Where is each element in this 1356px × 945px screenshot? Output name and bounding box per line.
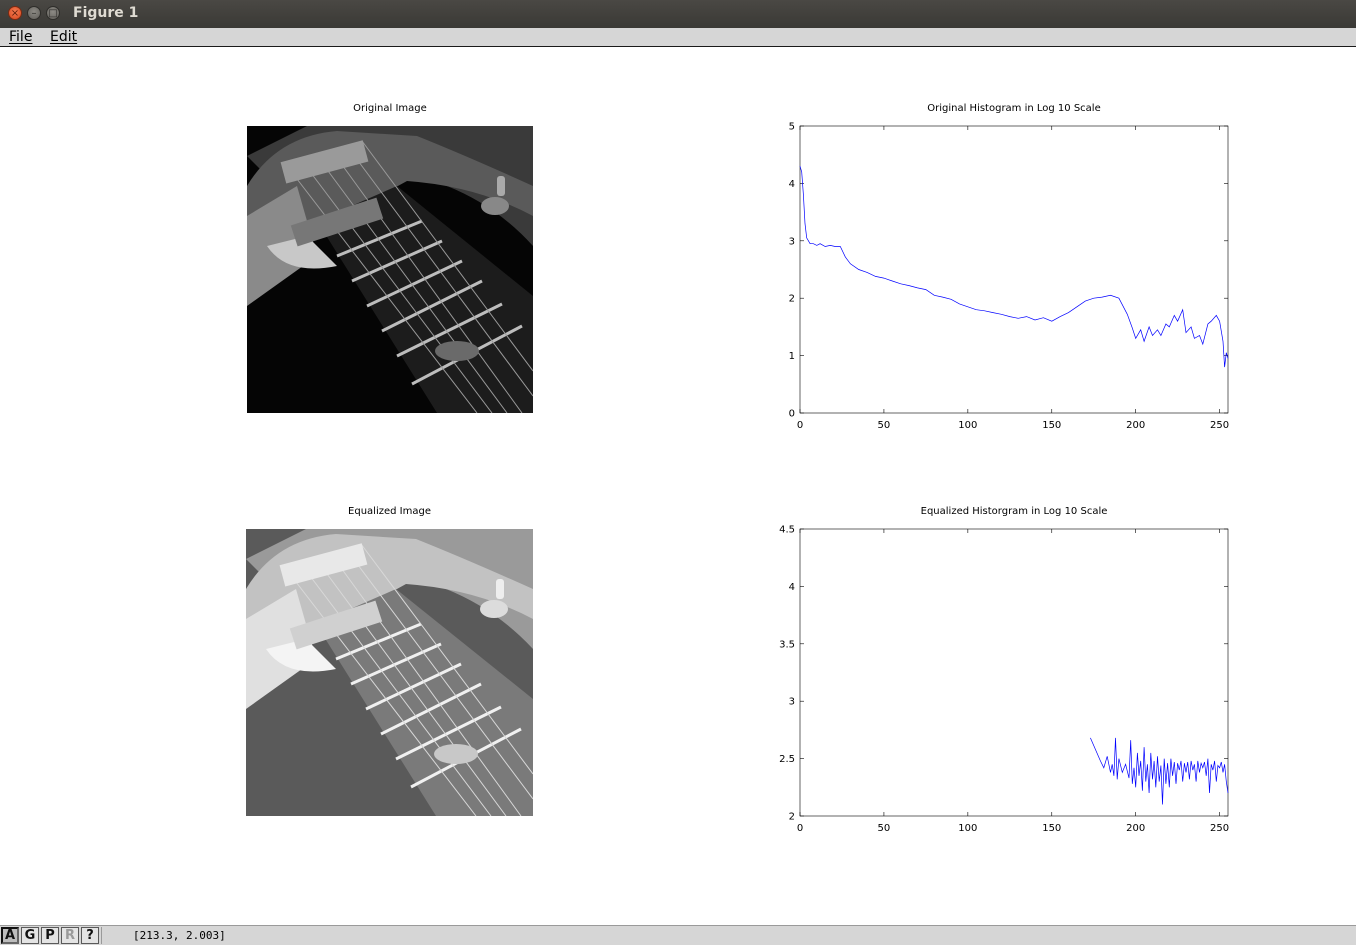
histogram-series-line bbox=[1090, 737, 1229, 805]
y-tick-label: 4 bbox=[789, 179, 795, 190]
x-tick-label: 0 bbox=[797, 823, 803, 834]
maximize-icon: □ bbox=[48, 8, 58, 19]
statusbar: A G P R ? [213.3, 2.003] bbox=[0, 925, 1356, 945]
menu-edit[interactable]: Edit bbox=[50, 28, 77, 46]
x-tick-label: 200 bbox=[1126, 420, 1145, 431]
x-tick-label: 150 bbox=[1042, 823, 1061, 834]
rotate-tool-button[interactable]: R bbox=[61, 927, 79, 944]
y-tick-label: 1 bbox=[789, 351, 795, 362]
y-tick-label: 3.5 bbox=[779, 639, 795, 650]
pan-tool-button[interactable]: P bbox=[41, 927, 59, 944]
equalized-histogram-plot[interactable]: 0 50 100 150 200 250 2 2.5 3 3.5 4 4.5 bbox=[760, 520, 1240, 840]
original-guitar-photo bbox=[247, 126, 533, 413]
original-histogram-title: Original Histogram in Log 10 Scale bbox=[927, 103, 1101, 114]
maximize-window-button[interactable]: □ bbox=[46, 6, 60, 20]
y-tick-label: 4 bbox=[789, 582, 795, 593]
help-tool-button[interactable]: ? bbox=[81, 927, 99, 944]
y-tick-label: 0 bbox=[789, 409, 795, 420]
original-image bbox=[247, 126, 533, 413]
pointer-coordinates: [213.3, 2.003] bbox=[133, 929, 226, 942]
window-titlebar: × – □ Figure 1 bbox=[0, 0, 1356, 28]
x-tick-label: 250 bbox=[1210, 823, 1229, 834]
x-tick-label: 250 bbox=[1210, 420, 1229, 431]
x-tick-label: 0 bbox=[797, 420, 803, 431]
menubar: File Edit bbox=[0, 28, 1356, 47]
y-tick-label: 3 bbox=[789, 697, 795, 708]
grid-tool-button[interactable]: G bbox=[21, 927, 39, 944]
menu-file[interactable]: File bbox=[9, 28, 32, 46]
x-tick-label: 200 bbox=[1126, 823, 1145, 834]
x-tick-label: 100 bbox=[958, 420, 977, 431]
minimize-icon: – bbox=[31, 8, 37, 19]
equalized-image bbox=[246, 529, 533, 816]
equalized-image-title: Equalized Image bbox=[348, 506, 431, 517]
x-tick-label: 100 bbox=[958, 823, 977, 834]
y-tick-label: 3 bbox=[789, 236, 795, 247]
equalized-histogram-title: Equalized Historgram in Log 10 Scale bbox=[920, 506, 1108, 517]
histogram-series-line bbox=[799, 166, 1229, 368]
x-tick-label: 150 bbox=[1042, 420, 1061, 431]
y-tick-label: 2.5 bbox=[779, 754, 795, 765]
x-tick-label: 50 bbox=[878, 823, 891, 834]
minimize-window-button[interactable]: – bbox=[27, 6, 41, 20]
y-tick-label: 2 bbox=[789, 294, 795, 305]
autoscale-tool-button[interactable]: A bbox=[1, 927, 19, 944]
y-tick-label: 5 bbox=[789, 122, 795, 133]
figure-canvas[interactable]: Original Image Equalized Image Original … bbox=[0, 47, 1356, 925]
y-tick-label: 2 bbox=[789, 812, 795, 823]
original-image-title: Original Image bbox=[353, 103, 427, 114]
close-window-button[interactable]: × bbox=[8, 6, 22, 20]
y-tick-label: 4.5 bbox=[779, 525, 795, 536]
status-separator bbox=[101, 927, 102, 944]
equalized-guitar-photo bbox=[246, 529, 533, 816]
original-histogram-plot[interactable]: 0 50 100 150 200 250 0 1 2 3 4 5 bbox=[760, 117, 1240, 437]
plot-frame bbox=[799, 125, 1229, 414]
x-tick-label: 50 bbox=[878, 420, 891, 431]
close-icon: × bbox=[10, 8, 20, 19]
window-title: Figure 1 bbox=[73, 5, 139, 21]
